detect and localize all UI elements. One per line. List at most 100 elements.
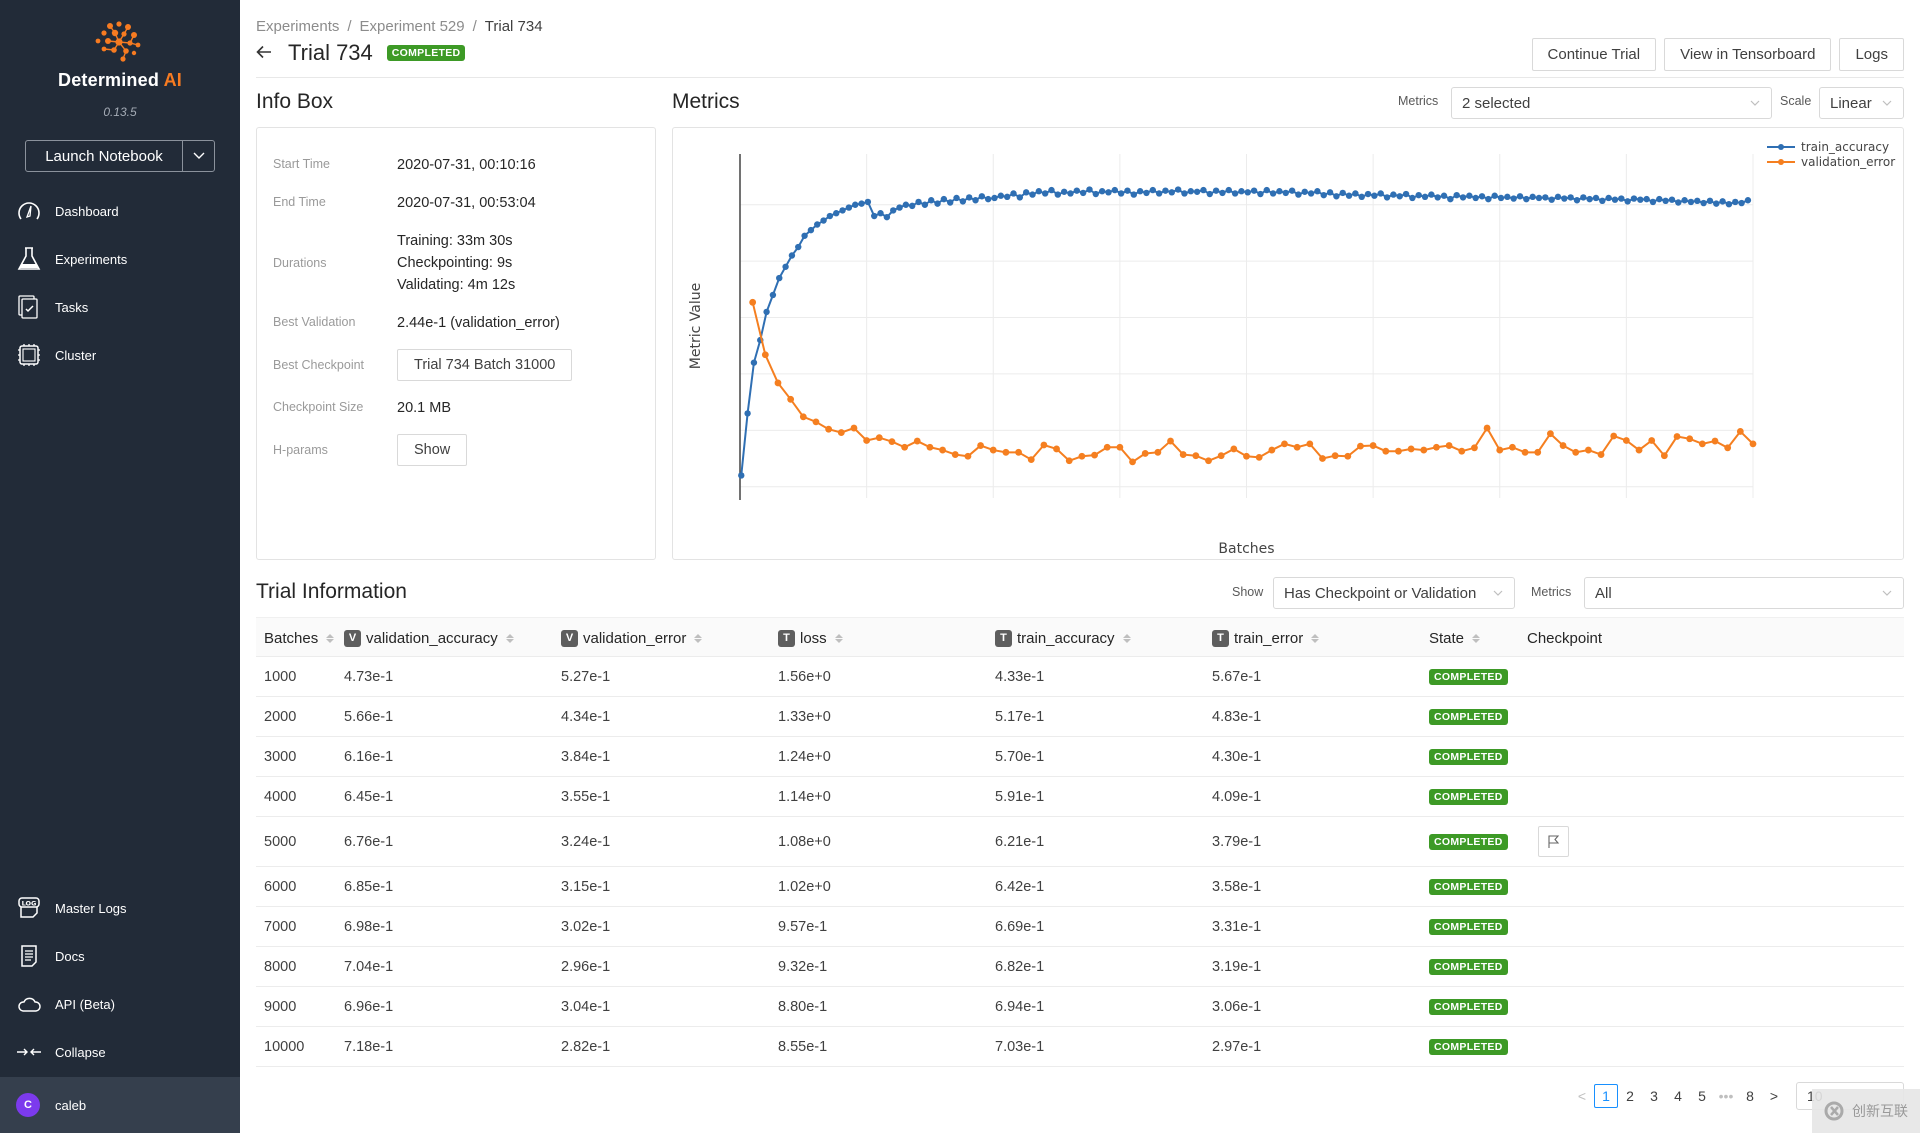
data-point xyxy=(1580,194,1587,201)
table-row[interactable]: 3000 6.16e-1 3.84e-1 1.24e+0 5.70e-1 4.30e-1 C… xyxy=(256,737,1904,777)
pagination-jump-more[interactable]: ••• xyxy=(1714,1084,1738,1108)
page-title: Trial 734 xyxy=(288,40,373,65)
data-point xyxy=(1149,186,1156,194)
table-row[interactable]: 5000 6.76e-1 3.24e-1 1.08e+0 6.21e-1 3.79e-1 C… xyxy=(256,817,1904,867)
data-point xyxy=(826,212,834,220)
column-header-state[interactable]: State xyxy=(1429,618,1481,658)
pagination-page-2[interactable]: 2 xyxy=(1618,1084,1642,1108)
table-row[interactable]: 8000 7.04e-1 2.96e-1 9.32e-1 6.82e-1 3.19e-1 C… xyxy=(256,947,1904,987)
sidebar-item-docs[interactable]: Docs xyxy=(0,936,240,976)
data-point xyxy=(1744,197,1752,204)
sort-icon[interactable] xyxy=(326,633,335,643)
state-badge: COMPLETED xyxy=(1429,1038,1508,1055)
data-point xyxy=(1736,428,1744,435)
column-header-loss[interactable]: Tloss xyxy=(778,618,843,658)
pagination-page-8[interactable]: 8 xyxy=(1738,1084,1762,1108)
column-header-validation-accuracy[interactable]: Vvalidation_accuracy xyxy=(344,618,514,658)
data-point xyxy=(776,274,783,282)
chart-legend[interactable]: train_accuracyvalidation_error xyxy=(1767,140,1895,169)
validation-error-cell: 3.24e-1 xyxy=(561,833,611,850)
logs-button[interactable]: Logs xyxy=(1839,38,1904,71)
sidebar-item-experiments[interactable]: Experiments xyxy=(0,239,240,279)
column-header-batches[interactable]: Batches xyxy=(264,618,335,658)
sidebar-item-api[interactable]: API (Beta) xyxy=(0,984,240,1024)
launch-notebook-button[interactable]: Launch Notebook xyxy=(26,141,183,171)
sort-icon[interactable] xyxy=(505,633,514,643)
training-tag-icon: T xyxy=(995,629,1012,647)
data-point xyxy=(901,443,909,451)
pagination-page-3[interactable]: 3 xyxy=(1642,1084,1666,1108)
pagination-page-4[interactable]: 4 xyxy=(1666,1084,1690,1108)
table-row[interactable]: 2000 5.66e-1 4.34e-1 1.33e+0 5.17e-1 4.83e-1 C… xyxy=(256,697,1904,737)
table-row[interactable]: 9000 6.96e-1 3.04e-1 8.80e-1 6.94e-1 3.06e-1 C… xyxy=(256,987,1904,1027)
data-point xyxy=(1231,190,1239,197)
sidebar-item-master-logs[interactable]: LOG Master Logs xyxy=(0,888,240,928)
launch-options-dropdown[interactable] xyxy=(183,141,214,171)
data-point xyxy=(1306,440,1314,448)
user-menu[interactable]: C caleb xyxy=(0,1077,240,1133)
column-header-label: train_error xyxy=(1234,629,1304,647)
sort-icon[interactable] xyxy=(1311,633,1320,643)
table-row[interactable]: 4000 6.45e-1 3.55e-1 1.14e+0 5.91e-1 4.09e-1 C… xyxy=(256,777,1904,817)
best-checkpoint-button[interactable]: Trial 734 Batch 31000 xyxy=(397,349,573,381)
legend-item-validation-error[interactable]: validation_error xyxy=(1767,155,1895,169)
data-point xyxy=(837,429,845,436)
sidebar-item-dashboard[interactable]: Dashboard xyxy=(0,191,240,231)
loss-cell: 9.57e-1 xyxy=(778,918,828,935)
sidebar-item-tasks[interactable]: Tasks xyxy=(0,287,240,327)
checkpoint-button[interactable] xyxy=(1538,826,1569,857)
column-header-train-accuracy[interactable]: Ttrain_accuracy xyxy=(995,618,1131,658)
data-point xyxy=(1344,452,1352,460)
pagination-page-5[interactable]: 5 xyxy=(1690,1084,1714,1108)
sort-icon[interactable] xyxy=(1472,633,1481,643)
train-error-cell: 4.30e-1 xyxy=(1212,748,1262,765)
pagination-prev-button[interactable]: < xyxy=(1570,1084,1594,1108)
avatar: C xyxy=(16,1093,40,1117)
scale-select[interactable]: Linear xyxy=(1819,87,1904,119)
data-point xyxy=(913,437,921,445)
sort-icon[interactable] xyxy=(694,633,703,643)
table-metrics-select[interactable]: All xyxy=(1584,577,1904,609)
table-row[interactable]: 1000 4.73e-1 5.27e-1 1.56e+0 4.33e-1 5.67e-1 C… xyxy=(256,657,1904,697)
data-point xyxy=(1136,188,1144,195)
sort-icon[interactable] xyxy=(834,633,843,643)
data-point xyxy=(1681,197,1688,204)
data-point xyxy=(814,221,821,228)
pagination-next-button[interactable]: > xyxy=(1762,1084,1786,1108)
validation-error-cell: 3.04e-1 xyxy=(561,998,611,1015)
show-hparams-button[interactable]: Show xyxy=(397,434,468,466)
data-point xyxy=(940,195,948,203)
column-header-validation-error[interactable]: Vvalidation_error xyxy=(561,618,703,658)
table-row[interactable]: 10000 7.18e-1 2.82e-1 8.55e-1 7.03e-1 2.97e-1… xyxy=(256,1027,1904,1067)
data-point xyxy=(1230,445,1238,453)
view-in-tensorboard-button[interactable]: View in Tensorboard xyxy=(1664,38,1832,71)
breadcrumb-separator: / xyxy=(472,18,477,35)
data-point xyxy=(1434,194,1441,201)
pagination-page-1[interactable]: 1 xyxy=(1594,1084,1618,1108)
cloud-icon xyxy=(15,990,43,1018)
data-point xyxy=(863,437,871,444)
data-point xyxy=(1496,446,1504,454)
sidebar-item-collapse[interactable]: Collapse xyxy=(0,1032,240,1072)
data-point xyxy=(787,395,795,403)
data-point xyxy=(1027,456,1035,464)
breadcrumb-experiments[interactable]: Experiments xyxy=(256,18,339,35)
legend-item-train-accuracy[interactable]: train_accuracy xyxy=(1767,140,1889,154)
back-arrow-icon[interactable] xyxy=(256,43,272,64)
continue-trial-button[interactable]: Continue Trial xyxy=(1531,38,1657,71)
data-point xyxy=(1015,448,1022,456)
data-point xyxy=(1662,197,1669,205)
metrics-select[interactable]: 2 selected xyxy=(1451,87,1772,119)
show-filter-select[interactable]: Has Checkpoint or Validation xyxy=(1273,577,1515,609)
column-header-train-error[interactable]: Ttrain_error xyxy=(1212,618,1320,658)
data-point xyxy=(997,192,1005,199)
sort-icon[interactable] xyxy=(1122,633,1131,643)
table-row[interactable]: 6000 6.85e-1 3.15e-1 1.02e+0 6.42e-1 3.58e-1 C… xyxy=(256,867,1904,907)
data-point xyxy=(825,425,833,433)
data-point xyxy=(1724,444,1732,452)
batches-cell: 10000 xyxy=(264,1038,305,1055)
breadcrumb-experiment-529[interactable]: Experiment 529 xyxy=(360,18,465,35)
table-row[interactable]: 7000 6.98e-1 3.02e-1 9.57e-1 6.69e-1 3.31e-1 C… xyxy=(256,907,1904,947)
sidebar-item-cluster[interactable]: Cluster xyxy=(0,335,240,375)
loss-cell: 8.80e-1 xyxy=(778,998,828,1015)
